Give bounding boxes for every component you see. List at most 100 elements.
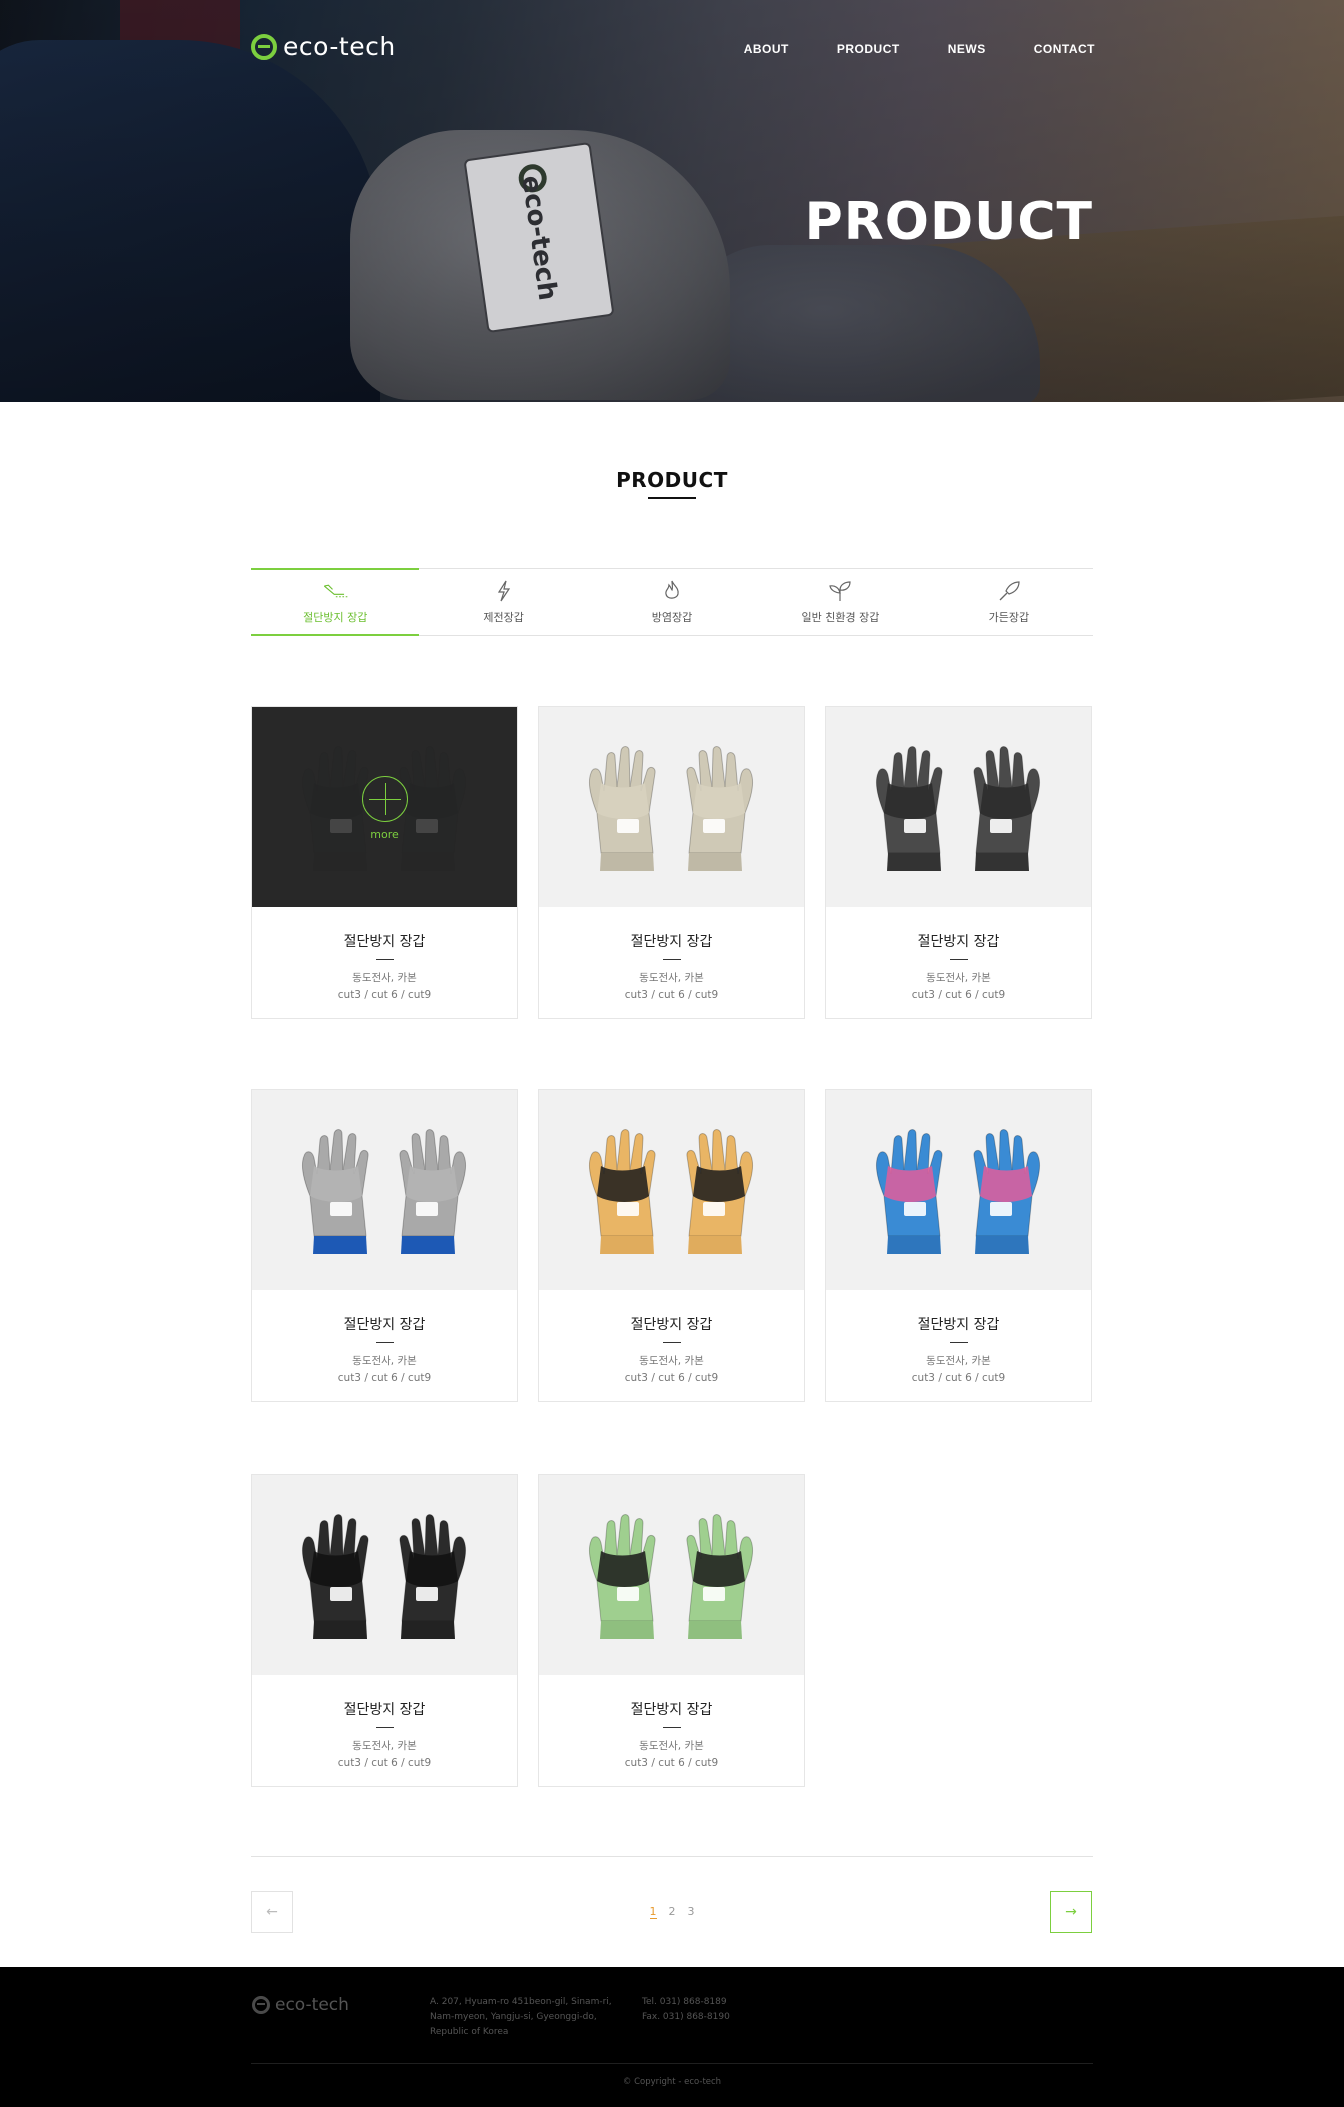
product-cut-level: cut3 / cut 6 / cut9 [337,1372,432,1384]
product-material: 동도전사, 카본 [352,972,417,984]
product-cut-level: cut3 / cut 6 / cut9 [337,989,432,1001]
product-cut-level: cut3 / cut 6 / cut9 [624,989,719,1001]
footer-contact: Tel. 031) 868-8189 Fax. 031) 868-8190 [642,1995,730,2025]
hero-badge-text: eco-tech [515,173,563,302]
product-image[interactable] [252,1475,517,1675]
product-cut-level: cut3 / cut 6 / cut9 [911,989,1006,1001]
site-header: eco-tech ABOUT PRODUCT NEWS CONTACT [0,0,1344,100]
nav-about[interactable]: ABOUT [744,42,789,56]
title-divider [662,1342,681,1343]
product-card[interactable]: 절단방지 장갑 동도전사, 카본 cut3 / cut 6 / cut9 [825,706,1092,1019]
product-image[interactable] [539,707,804,907]
title-divider [949,1342,968,1343]
hover-overlay[interactable]: more [252,707,517,907]
product-card[interactable]: 절단방지 장갑 동도전사, 카본 cut3 / cut 6 / cut9 [251,1089,518,1402]
nav-contact[interactable]: CONTACT [1034,42,1095,56]
title-divider [662,1727,681,1728]
product-card[interactable]: 절단방지 장갑 동도전사, 카본 cut3 / cut 6 / cut9 [538,706,805,1019]
plus-icon [361,775,408,822]
product-material: 동도전사, 카본 [639,1355,704,1367]
logo-text: eco-tech [283,32,396,61]
product-image[interactable] [252,1090,517,1290]
page-3[interactable]: 3 [688,1905,695,1919]
product-info: 절단방지 장갑 동도전사, 카본 cut3 / cut 6 / cut9 [539,907,804,1004]
site-logo[interactable]: eco-tech [251,32,396,61]
title-divider [662,959,681,960]
pagination: 1 2 3 [0,1905,1344,1919]
product-info: 절단방지 장갑 동도전사, 카본 cut3 / cut 6 / cut9 [539,1290,804,1387]
product-image[interactable] [539,1090,804,1290]
pagination-divider [251,1856,1093,1857]
product-image[interactable]: more [252,707,517,907]
product-image[interactable] [826,707,1091,907]
tab-eco-gloves[interactable]: 일반 친환경 장갑 [756,569,924,635]
tab-label: 가든장갑 [988,611,1030,624]
tab-flame-resistant[interactable]: 방염장갑 [588,569,756,635]
product-cut-level: cut3 / cut 6 / cut9 [624,1757,719,1769]
nav-product[interactable]: PRODUCT [837,42,900,56]
tab-label: 제전장갑 [483,611,524,624]
title-divider [949,959,968,960]
tab-label: 일반 친환경 장갑 [801,611,880,624]
eco-logo-icon [252,1996,270,2014]
product-title: 절단방지 장갑 [630,1702,713,1718]
product-info: 절단방지 장갑 동도전사, 카본 cut3 / cut 6 / cut9 [252,1675,517,1772]
tab-label: 절단방지 장갑 [303,611,368,624]
page-2[interactable]: 2 [669,1905,676,1919]
main-nav: ABOUT PRODUCT NEWS CONTACT [744,42,1095,56]
flame-icon [658,579,686,603]
page-1[interactable]: 1 [649,1905,657,1919]
product-title: 절단방지 장갑 [343,1702,426,1718]
tab-garden-gloves[interactable]: 가든장갑 [925,569,1093,635]
nav-news[interactable]: NEWS [948,42,986,56]
product-cut-level: cut3 / cut 6 / cut9 [911,1372,1006,1384]
footer-logo-text: eco-tech [275,1995,349,2015]
next-page-button[interactable]: → [1050,1891,1092,1933]
cut-blade-icon [321,579,349,603]
more-label: more [370,827,399,841]
title-divider [375,1342,394,1343]
product-card[interactable]: 절단방지 장갑 동도전사, 카본 cut3 / cut 6 / cut9 [251,1474,518,1787]
hero-title: PRODUCT [804,192,1093,252]
footer-copyright: © Copyright - eco-tech [622,2077,722,2087]
product-card[interactable]: more 절단방지 장갑 동도전사, 카본 cut3 / cut 6 / cut… [251,706,518,1019]
product-info: 절단방지 장갑 동도전사, 카본 cut3 / cut 6 / cut9 [826,1290,1091,1387]
footer-divider [251,2063,1093,2064]
product-card[interactable]: 절단방지 장갑 동도전사, 카본 cut3 / cut 6 / cut9 [538,1089,805,1402]
footer-address: A. 207, Hyuam-ro 451beon-gil, Sinam-ri, … [430,1997,612,2037]
tab-antistatic[interactable]: 제전장갑 [419,569,587,635]
footer-fax: Fax. 031) 868-8190 [642,2012,730,2022]
product-material: 동도전사, 카본 [926,1355,991,1367]
sprout-icon [826,579,854,603]
product-title: 절단방지 장갑 [917,1317,1000,1333]
product-title: 절단방지 장갑 [343,934,426,950]
footer-logo[interactable]: eco-tech [252,1995,349,2015]
product-image[interactable] [826,1090,1091,1290]
product-image[interactable] [539,1475,804,1675]
product-card[interactable]: 절단방지 장갑 동도전사, 카본 cut3 / cut 6 / cut9 [825,1089,1092,1402]
product-material: 동도전사, 카본 [926,972,991,984]
product-title: 절단방지 장갑 [917,934,1000,950]
hero-glove-right [680,245,1040,402]
product-material: 동도전사, 카본 [639,972,704,984]
product-material: 동도전사, 카본 [639,1740,704,1752]
product-card[interactable]: 절단방지 장갑 동도전사, 카본 cut3 / cut 6 / cut9 [538,1474,805,1787]
arrow-right-icon: → [1065,1904,1077,1920]
product-title: 절단방지 장갑 [630,934,713,950]
eco-logo-icon [251,33,277,60]
tab-cut-resistant[interactable]: 절단방지 장갑 [251,568,420,636]
product-material: 동도전사, 카본 [352,1740,417,1752]
product-info: 절단방지 장갑 동도전사, 카본 cut3 / cut 6 / cut9 [539,1675,804,1772]
product-cut-level: cut3 / cut 6 / cut9 [337,1757,432,1769]
trowel-icon [995,579,1023,603]
title-divider [375,1727,394,1728]
product-info: 절단방지 장갑 동도전사, 카본 cut3 / cut 6 / cut9 [826,907,1091,1004]
product-title: 절단방지 장갑 [343,1317,426,1333]
product-title: 절단방지 장갑 [630,1317,713,1333]
section-title: PRODUCT [616,468,728,492]
footer-tel: Tel. 031) 868-8189 [642,1997,727,2007]
product-info: 절단방지 장갑 동도전사, 카본 cut3 / cut 6 / cut9 [252,1290,517,1387]
lightning-icon [490,579,518,603]
tab-label: 방염장갑 [651,611,693,624]
product-cut-level: cut3 / cut 6 / cut9 [624,1372,719,1384]
